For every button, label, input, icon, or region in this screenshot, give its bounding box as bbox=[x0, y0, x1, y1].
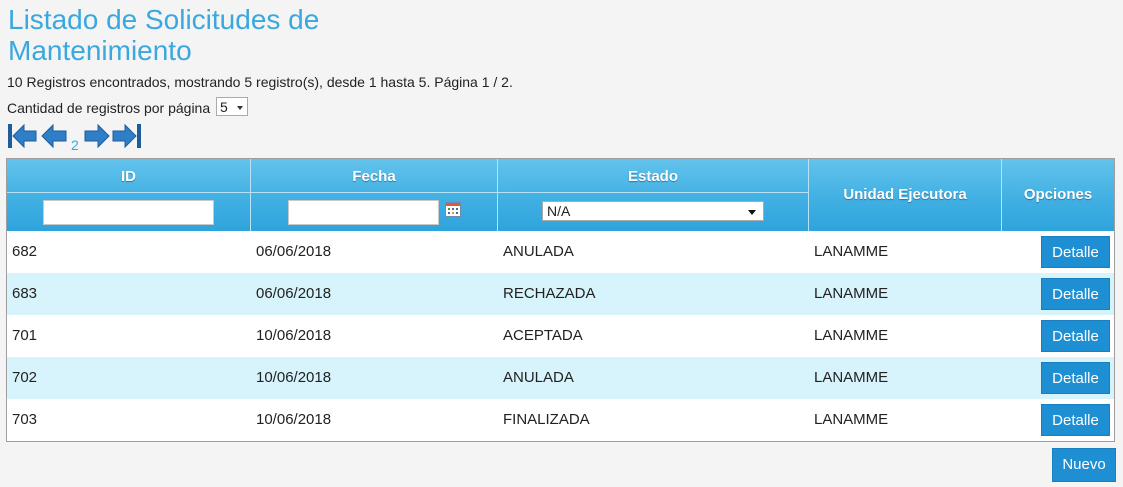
status-filter-select[interactable]: N/A bbox=[542, 201, 764, 221]
cell-unidad: LANAMME bbox=[814, 327, 889, 344]
first-page-icon[interactable] bbox=[7, 123, 37, 149]
cell-estado: RECHAZADA bbox=[503, 285, 596, 302]
per-page-select[interactable]: 5 bbox=[216, 97, 249, 116]
column-id: ID bbox=[7, 159, 251, 231]
cell-estado: ANULADA bbox=[503, 369, 574, 386]
column-header-estado[interactable]: Estado bbox=[498, 168, 808, 185]
table-header: ID Fecha Estado N/A Unidad Ejecutora Opc… bbox=[7, 159, 1114, 231]
cell-fecha: 06/06/2018 bbox=[256, 243, 332, 260]
header-divider bbox=[7, 192, 250, 193]
cell-unidad: LANAMME bbox=[814, 285, 889, 302]
column-header-id[interactable]: ID bbox=[7, 168, 250, 185]
table-row: 683 06/06/2018 RECHAZADA LANAMME Detalle bbox=[7, 273, 1114, 315]
date-filter-input[interactable] bbox=[288, 200, 439, 225]
table-row: 701 10/06/2018 ACEPTADA LANAMME Detalle bbox=[7, 315, 1114, 357]
cell-fecha: 10/06/2018 bbox=[256, 369, 332, 386]
header-divider bbox=[498, 192, 808, 193]
detail-button[interactable]: Detalle bbox=[1041, 404, 1110, 436]
cell-id: 682 bbox=[12, 243, 38, 260]
per-page-label: Cantidad de registros por página bbox=[7, 100, 211, 116]
cell-fecha: 10/06/2018 bbox=[256, 411, 332, 428]
per-page-row: Cantidad de registros por página 5 bbox=[7, 97, 249, 117]
status-filter-value: N/A bbox=[547, 203, 571, 219]
cell-estado: ANULADA bbox=[503, 243, 574, 260]
next-page-icon[interactable] bbox=[81, 123, 111, 149]
id-filter-input[interactable] bbox=[43, 200, 214, 225]
table-row: 682 06/06/2018 ANULADA LANAMME Detalle bbox=[7, 231, 1114, 273]
detail-button[interactable]: Detalle bbox=[1041, 278, 1110, 310]
requests-table: ID Fecha Estado N/A Unidad Ejecutora Opc… bbox=[6, 158, 1115, 442]
column-opciones: Opciones bbox=[1002, 159, 1114, 231]
previous-page-icon[interactable] bbox=[40, 123, 70, 149]
per-page-value: 5 bbox=[220, 99, 228, 115]
cell-estado: ACEPTADA bbox=[503, 327, 583, 344]
column-header-unidad[interactable]: Unidad Ejecutora bbox=[809, 186, 1001, 203]
cell-id: 701 bbox=[12, 327, 38, 344]
chevron-down-icon bbox=[748, 210, 756, 215]
page-title: Listado de Solicitudes de Mantenimiento bbox=[8, 4, 320, 66]
cell-id: 703 bbox=[12, 411, 38, 428]
column-fecha: Fecha bbox=[251, 159, 498, 231]
cell-unidad: LANAMME bbox=[814, 411, 889, 428]
detail-button[interactable]: Detalle bbox=[1041, 236, 1110, 268]
cell-id: 702 bbox=[12, 369, 38, 386]
detail-button[interactable]: Detalle bbox=[1041, 320, 1110, 352]
chevron-down-icon bbox=[237, 106, 244, 110]
detail-button[interactable]: Detalle bbox=[1041, 362, 1110, 394]
calendar-icon[interactable] bbox=[445, 202, 461, 217]
records-summary: 10 Registros encontrados, mostrando 5 re… bbox=[7, 74, 513, 90]
new-request-button[interactable]: Nuevo bbox=[1052, 448, 1116, 482]
cell-fecha: 10/06/2018 bbox=[256, 327, 332, 344]
cell-id: 683 bbox=[12, 285, 38, 302]
column-header-opciones: Opciones bbox=[1023, 186, 1093, 203]
column-estado: Estado N/A bbox=[498, 159, 809, 231]
cell-unidad: LANAMME bbox=[814, 243, 889, 260]
table-row: 703 10/06/2018 FINALIZADA LANAMME Detall… bbox=[7, 399, 1114, 441]
column-unidad: Unidad Ejecutora bbox=[809, 159, 1002, 231]
column-header-fecha[interactable]: Fecha bbox=[251, 168, 497, 185]
table-row: 702 10/06/2018 ANULADA LANAMME Detalle bbox=[7, 357, 1114, 399]
header-divider bbox=[251, 192, 497, 193]
cell-fecha: 06/06/2018 bbox=[256, 285, 332, 302]
cell-unidad: LANAMME bbox=[814, 369, 889, 386]
last-page-icon[interactable] bbox=[112, 123, 142, 149]
cell-estado: FINALIZADA bbox=[503, 411, 590, 428]
page-link-2[interactable]: 2 bbox=[71, 137, 79, 153]
